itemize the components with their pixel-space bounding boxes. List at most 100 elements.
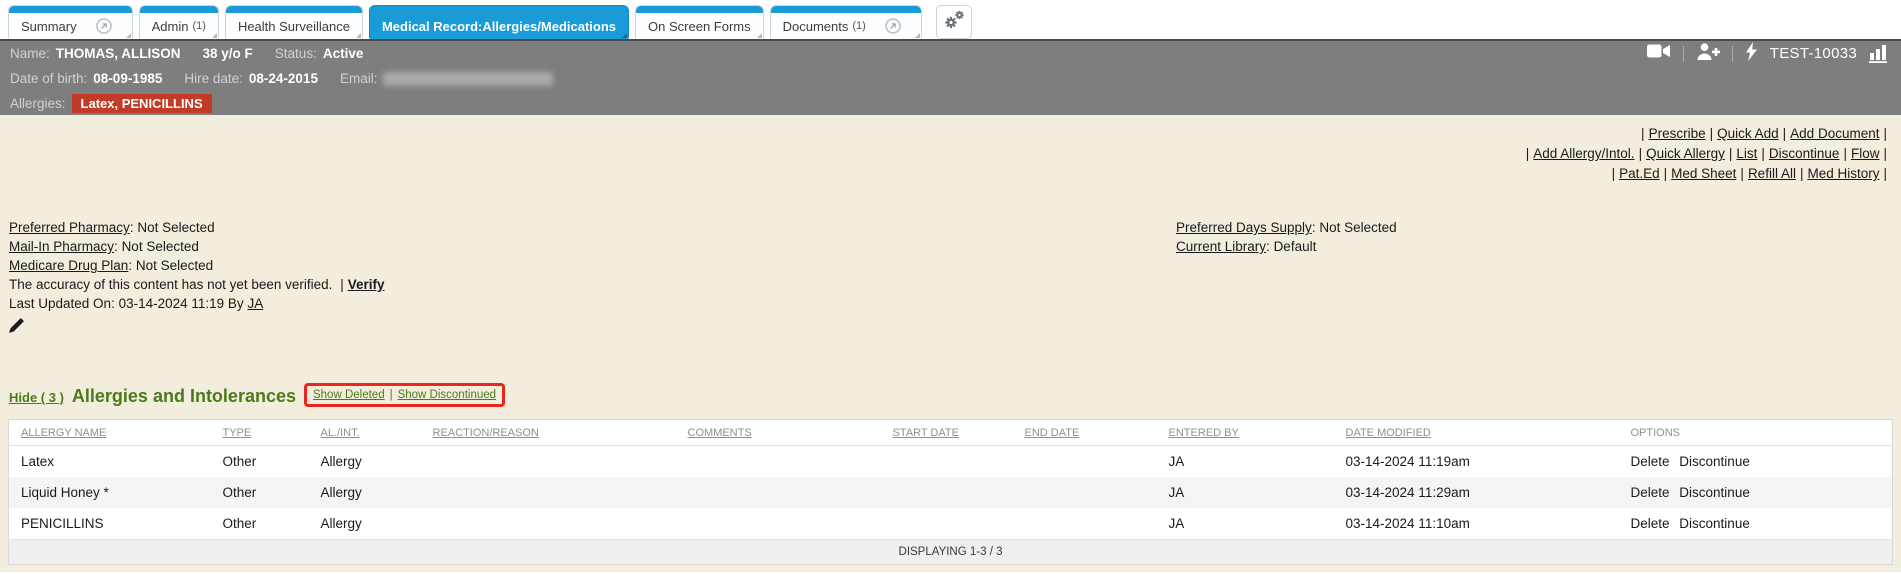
med-history-link[interactable]: Med History [1807,166,1879,181]
medicare-drug-plan-row: Medicare Drug Plan: Not Selected [9,256,385,275]
colon: : [114,239,118,254]
patient-age-sex: 38 y/o F [203,46,253,61]
separator: | [1800,166,1804,181]
library-info: Preferred Days Supply: Not Selected Curr… [1176,218,1397,256]
delete-link[interactable]: Delete [1631,454,1670,469]
medications-panel: |Prescribe|Quick Add|Add Document| |Add … [0,115,1901,572]
list-link[interactable]: List [1736,146,1757,161]
cell-options: Delete Discontinue [1627,508,1893,540]
preferred-pharmacy-value: Not Selected [137,220,214,235]
separator: | [1883,166,1887,181]
patient-details-row: Date of birth: 08-09-1985 Hire date: 08-… [0,66,1901,91]
preferred-pharmacy-link[interactable]: Preferred Pharmacy [9,220,130,235]
tab-summary[interactable]: Summary [8,5,133,39]
separator: | [1729,146,1733,161]
tab-health-surveillance[interactable]: Health Surveillance [225,5,363,39]
delete-link[interactable]: Delete [1631,516,1670,531]
allergies-section-header: Hide ( 3 ) Allergies and Intolerances Sh… [9,383,505,407]
tab-accent-strip [140,6,218,13]
flow-link[interactable]: Flow [1851,146,1880,161]
prescribe-link[interactable]: Prescribe [1649,126,1706,141]
cell-al-int: Allergy [317,508,429,540]
cell-entered-by: JA [1165,446,1342,478]
discontinue-link[interactable]: Discontinue [1679,485,1750,500]
last-updated-by-link[interactable]: JA [247,296,263,311]
col-reaction-reason[interactable]: REACTION/REASON [433,427,539,439]
tab-medical-record-allergies-medications[interactable]: Medical Record:Allergies/Medications [369,5,629,39]
tab-documents-label: Documents [783,19,849,34]
verify-link[interactable]: Verify [348,277,385,292]
pat-ed-link[interactable]: Pat.Ed [1619,166,1660,181]
col-allergy-name[interactable]: ALLERGY NAME [21,427,106,439]
med-sheet-link[interactable]: Med Sheet [1671,166,1736,181]
cell-date-modified: 03-14-2024 11:10am [1342,508,1627,540]
show-discontinued-link[interactable]: Show Discontinued [398,389,496,401]
video-camera-icon[interactable] [1647,43,1671,64]
patient-email-redacted [383,72,553,86]
patient-hire-date: 08-24-2015 [249,71,318,86]
hide-section-link[interactable]: Hide ( 3 ) [9,390,64,407]
bar-chart-icon[interactable] [1869,44,1889,63]
separator: | [1612,166,1616,181]
tab-medical-record-label: Medical Record:Allergies/Medications [382,19,616,34]
quick-add-link[interactable]: Quick Add [1717,126,1779,141]
separator: | [340,277,344,292]
mail-in-pharmacy-row: Mail-In Pharmacy: Not Selected [9,237,385,256]
discontinue-link[interactable]: Discontinue [1679,516,1750,531]
status-label: Status: [275,46,317,61]
gears-icon [943,10,965,35]
tab-admin[interactable]: Admin (1) [139,5,219,39]
delete-link[interactable]: Delete [1631,485,1670,500]
tab-on-screen-forms[interactable]: On Screen Forms [635,5,764,39]
tab-accent-strip [370,6,628,13]
mail-in-pharmacy-link[interactable]: Mail-In Pharmacy [9,239,114,254]
col-end-date[interactable]: END DATE [1025,427,1080,439]
tab-documents[interactable]: Documents (1) [770,5,922,39]
patient-header: Name: THOMAS, ALLISON 38 y/o F Status: A… [0,39,1901,115]
cell-type: Other [219,446,317,478]
cell-allergy-name: Liquid Honey * [9,477,219,508]
separator: | [1883,146,1887,161]
tab-accent-strip [9,6,132,13]
settings-button[interactable] [936,5,972,39]
col-type[interactable]: TYPE [223,427,252,439]
col-start-date[interactable]: START DATE [893,427,959,439]
allergies-table-wrap: ALLERGY NAME TYPE AL./INT. REACTION/REAS… [8,419,1893,565]
lightning-bolt-icon[interactable] [1745,42,1758,66]
add-allergy-intol-link[interactable]: Add Allergy/Intol. [1533,146,1634,161]
patient-allergies-row: Allergies: Latex, PENICILLINS [0,91,1901,116]
medicare-drug-plan-link[interactable]: Medicare Drug Plan [9,258,128,273]
col-date-modified[interactable]: DATE MODIFIED [1346,427,1431,439]
popout-icon[interactable] [88,18,120,34]
col-al-int[interactable]: AL./INT. [321,427,360,439]
patient-name-row: Name: THOMAS, ALLISON 38 y/o F Status: A… [0,41,1901,66]
cell-reaction [429,446,684,478]
cell-entered-by: JA [1165,477,1342,508]
accuracy-text: The accuracy of this content has not yet… [9,277,332,292]
preferred-pharmacy-row: Preferred Pharmacy: Not Selected [9,218,385,237]
patient-status: Active [323,46,364,61]
cell-al-int: Allergy [317,477,429,508]
edit-pencil-icon[interactable] [9,318,24,338]
cell-type: Other [219,508,317,540]
add-person-icon[interactable] [1696,43,1720,65]
allergies-badge[interactable]: Latex, PENICILLINS [72,94,212,113]
popout-icon[interactable] [877,18,909,34]
action-links-row1: |Prescribe|Quick Add|Add Document| [1522,124,1891,144]
show-deleted-link[interactable]: Show Deleted [313,389,385,401]
discontinue-link[interactable]: Discontinue [1679,454,1750,469]
add-document-link[interactable]: Add Document [1790,126,1879,141]
discontinue-link[interactable]: Discontinue [1769,146,1840,161]
col-entered-by[interactable]: ENTERED BY [1169,427,1239,439]
colon: : [1266,239,1270,254]
col-comments[interactable]: COMMENTS [688,427,752,439]
refill-all-link[interactable]: Refill All [1748,166,1796,181]
cell-date-modified: 03-14-2024 11:19am [1342,446,1627,478]
allergies-label: Allergies: [10,96,66,111]
preferred-days-supply-value: Not Selected [1319,220,1396,235]
quick-allergy-link[interactable]: Quick Allergy [1646,146,1725,161]
preferred-days-supply-link[interactable]: Preferred Days Supply [1176,220,1312,235]
red-annotation-box: Show Deleted | Show Discontinued [304,383,505,407]
cell-end-date [1021,508,1165,540]
current-library-link[interactable]: Current Library [1176,239,1266,254]
